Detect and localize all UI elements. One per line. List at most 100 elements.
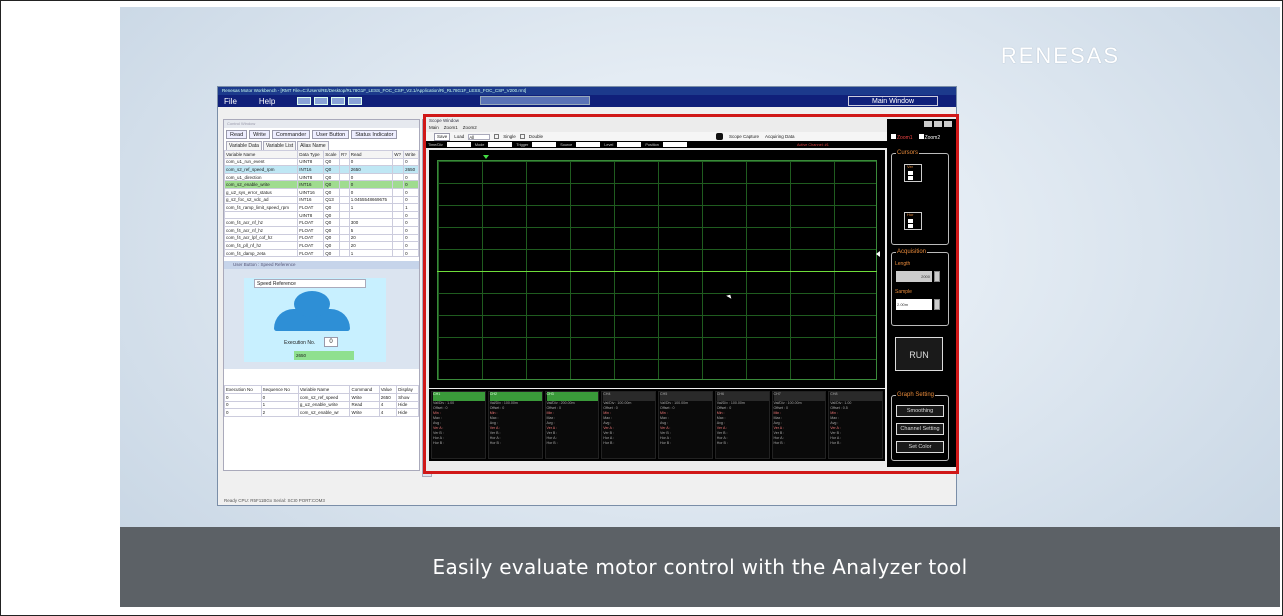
timediv-field[interactable] <box>446 142 471 147</box>
tab-zoom1[interactable]: Zoom1 <box>444 125 458 132</box>
channel-block[interactable]: CH7 Val/Div : 100.00m Offset : 0 Min : Max :… <box>771 391 827 459</box>
table-row[interactable]: UINT8 Q0 0 <box>223 210 419 220</box>
channel-block[interactable]: CH8 Val/Div : 1.00 Offset : 0.5 Min : Max :A… <box>828 391 883 459</box>
read-check-cell[interactable] <box>339 172 350 182</box>
table-row[interactable]: com_u1_run_event UINT8 Q0 0 0 <box>223 157 419 167</box>
read-check-cell[interactable] <box>339 248 350 258</box>
channel-block[interactable]: CH3 Val/Div : 200.00m Offset : 0 Min : Max :… <box>544 391 600 459</box>
write-check-cell[interactable] <box>392 203 405 212</box>
ver-cursor-box[interactable]: Ver <box>904 164 922 182</box>
write-check-cell[interactable] <box>392 233 405 243</box>
menu-help[interactable]: Help <box>259 97 275 106</box>
table-row[interactable]: 0 2 com_s2_enable_wr Write 4 Hide <box>224 408 419 417</box>
table-row[interactable]: com_f4_acr_lpf_cof_hz FLOAT Q0 20 0 <box>223 233 419 243</box>
read-check-cell[interactable] <box>339 203 350 212</box>
status-indicator-button[interactable]: Status Indicator <box>351 130 398 139</box>
maximize-icon[interactable] <box>934 121 942 127</box>
sample-field[interactable]: 2.00m <box>896 299 932 310</box>
read-check-cell[interactable] <box>339 157 350 167</box>
table-row[interactable]: 0 0 com_s2_ref_speed Write 2650 Show <box>224 392 419 402</box>
close-icon[interactable] <box>944 121 952 127</box>
table-row[interactable]: com_u1_direction UINT8 Q0 0 0 <box>223 172 419 182</box>
write-check-cell[interactable] <box>392 210 405 220</box>
cursor-a-toggle[interactable] <box>908 219 913 223</box>
table-row[interactable]: com_f4_damp_zeta FLOAT Q0 1 0 <box>223 248 419 258</box>
length-field[interactable]: 2000 <box>896 271 932 282</box>
execution-number-field[interactable]: 0 <box>324 337 338 348</box>
load-select[interactable]: All <box>468 133 491 140</box>
table-row[interactable]: com_f4_acr_nf_hz FLOAT Q0 5 0 <box>223 225 419 235</box>
write-check-cell[interactable] <box>392 172 405 182</box>
side-marker-icon[interactable] <box>876 251 880 257</box>
tab-zoom2[interactable]: Zoom2 <box>463 125 477 132</box>
save-button[interactable]: Save <box>434 132 451 141</box>
read-check-cell[interactable] <box>339 225 350 235</box>
write-check-cell[interactable] <box>392 241 405 250</box>
run-button[interactable]: RUN <box>895 337 943 371</box>
write-check-cell[interactable] <box>392 225 405 235</box>
scope-capture-button[interactable]: Scope Capture <box>729 134 759 139</box>
tab-variable-data[interactable]: Variable Data <box>226 141 262 150</box>
hor-cursor-box[interactable]: Hor <box>904 212 922 230</box>
position-field[interactable] <box>662 142 687 147</box>
level-field[interactable] <box>617 142 642 147</box>
read-button[interactable]: Read <box>226 130 248 139</box>
write-check-cell[interactable] <box>392 157 405 167</box>
read-check-cell[interactable] <box>339 233 350 243</box>
set-color-button[interactable]: Set Color <box>896 441 944 453</box>
table-row[interactable]: 0 1 g_u2_enable_write Read 4 Hide <box>224 400 419 410</box>
read-check-cell[interactable] <box>339 180 350 189</box>
write-check-cell[interactable] <box>392 187 405 197</box>
read-check-cell[interactable] <box>339 187 350 197</box>
tab-variable-list[interactable]: Variable List <box>262 141 297 150</box>
channel-setting-button[interactable]: Channel Setting <box>896 423 944 435</box>
write-check-cell[interactable] <box>392 180 405 189</box>
channel-block[interactable]: CH4 Val/Div : 100.00m Offset : 0 Min : Max :… <box>601 391 656 459</box>
tab-main[interactable]: Main <box>429 125 439 132</box>
table-row[interactable]: g_u2_sys_error_status UINT16 Q0 0 0 <box>223 187 419 197</box>
camera-icon[interactable] <box>716 133 723 140</box>
trigger-select[interactable] <box>532 142 557 147</box>
zoom2-toggle[interactable]: Zoom2 <box>918 134 940 141</box>
toolbar-icon[interactable] <box>331 97 346 105</box>
trigger-position-marker[interactable] <box>483 155 489 159</box>
cursor-b-toggle[interactable] <box>908 224 913 228</box>
table-row[interactable]: com_f4_acr_nf_hz FLOAT Q0 300 0 <box>223 218 419 227</box>
table-row[interactable]: com_s2_ref_speed_rpm INT16 Q0 2650 2650 <box>223 165 419 174</box>
source-select[interactable] <box>576 142 601 147</box>
smoothing-button[interactable]: Smoothing <box>896 405 944 417</box>
write-button[interactable]: Write <box>249 130 270 139</box>
double-checkbox[interactable] <box>519 134 525 139</box>
table-row[interactable]: g_s2_foc_s2_vdc_ad INT16 Q13 1.045554866967… <box>223 195 419 205</box>
cursor-a-toggle[interactable] <box>908 171 913 175</box>
read-check-cell[interactable] <box>339 241 350 250</box>
toolbar-icon[interactable] <box>348 97 363 105</box>
mode-select[interactable] <box>488 142 513 147</box>
channel-block[interactable]: CH1 Val/Div : 1.00 Offset : 0 Min : Max : Avg… <box>431 391 486 459</box>
toolbar-icon[interactable] <box>297 97 312 105</box>
write-check-cell[interactable] <box>392 218 405 227</box>
read-check-cell[interactable] <box>339 165 350 174</box>
length-spinner[interactable] <box>934 271 940 282</box>
write-check-cell[interactable] <box>392 248 405 258</box>
table-row[interactable]: com_f4_pll_nf_hz FLOAT Q0 20 0 <box>223 241 419 250</box>
write-check-cell[interactable] <box>392 195 405 205</box>
menu-file[interactable]: File <box>224 97 237 106</box>
channel-block[interactable]: CH2 Val/Div : 100.00m Offset : 0 Min : Max :… <box>487 391 543 459</box>
channel-block[interactable]: CH6 Val/Div : 100.00m Offset : 0 Min : Max :… <box>714 391 770 459</box>
scope-display[interactable] <box>429 150 885 388</box>
sample-spinner[interactable] <box>934 299 940 310</box>
analyzer-button[interactable] <box>480 96 590 105</box>
minimize-icon[interactable] <box>924 121 932 127</box>
tab-alias-name[interactable]: Alias Name <box>297 141 329 150</box>
table-row[interactable]: com_s2_enable_write INT16 Q0 0 0 <box>223 180 419 189</box>
read-check-cell[interactable] <box>339 195 350 205</box>
read-check-cell[interactable] <box>339 218 350 227</box>
table-row[interactable]: com_f4_ramp_limit_speed_rpm FLOAT Q0 1 1 <box>223 203 419 212</box>
channel-block[interactable]: CH5 Val/Div : 100.00m Offset : 0 Min : Max :… <box>658 391 713 459</box>
zoom1-toggle[interactable]: Zoom1 <box>891 134 913 141</box>
write-check-cell[interactable] <box>392 165 405 174</box>
main-window-button[interactable]: Main Window <box>848 96 938 106</box>
user-button-button[interactable]: User Button <box>312 130 350 139</box>
user-button-card[interactable]: Speed Reference Execution No. 0 2650 <box>244 278 386 363</box>
